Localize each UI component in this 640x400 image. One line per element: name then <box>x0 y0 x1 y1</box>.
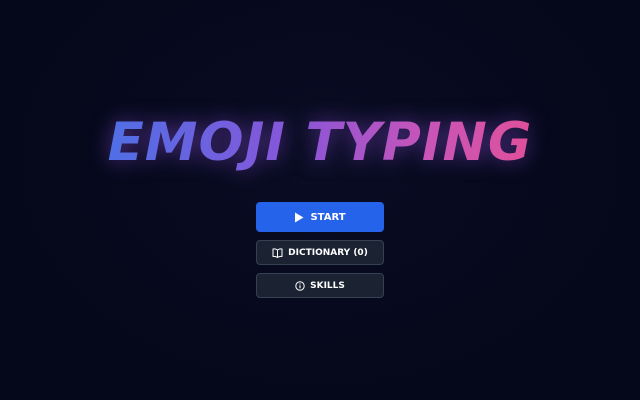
main-menu: START DICTIONARY (0) SKILLS <box>256 202 384 298</box>
start-button[interactable]: START <box>256 202 384 232</box>
game-title: EMOJI TYPING <box>0 111 640 175</box>
game-title-text: EMOJI TYPING <box>107 112 533 173</box>
skills-button-label: SKILLS <box>310 280 345 291</box>
start-button-label: START <box>310 211 346 223</box>
info-icon <box>295 280 305 291</box>
skills-button[interactable]: SKILLS <box>256 273 384 298</box>
dictionary-button[interactable]: DICTIONARY (0) <box>256 240 384 265</box>
main-menu-screen: EMOJI TYPING START DICTIONARY (0) SKILLS <box>0 0 640 400</box>
book-icon <box>272 247 283 258</box>
play-icon <box>294 212 304 223</box>
dictionary-button-label: DICTIONARY (0) <box>288 247 368 258</box>
